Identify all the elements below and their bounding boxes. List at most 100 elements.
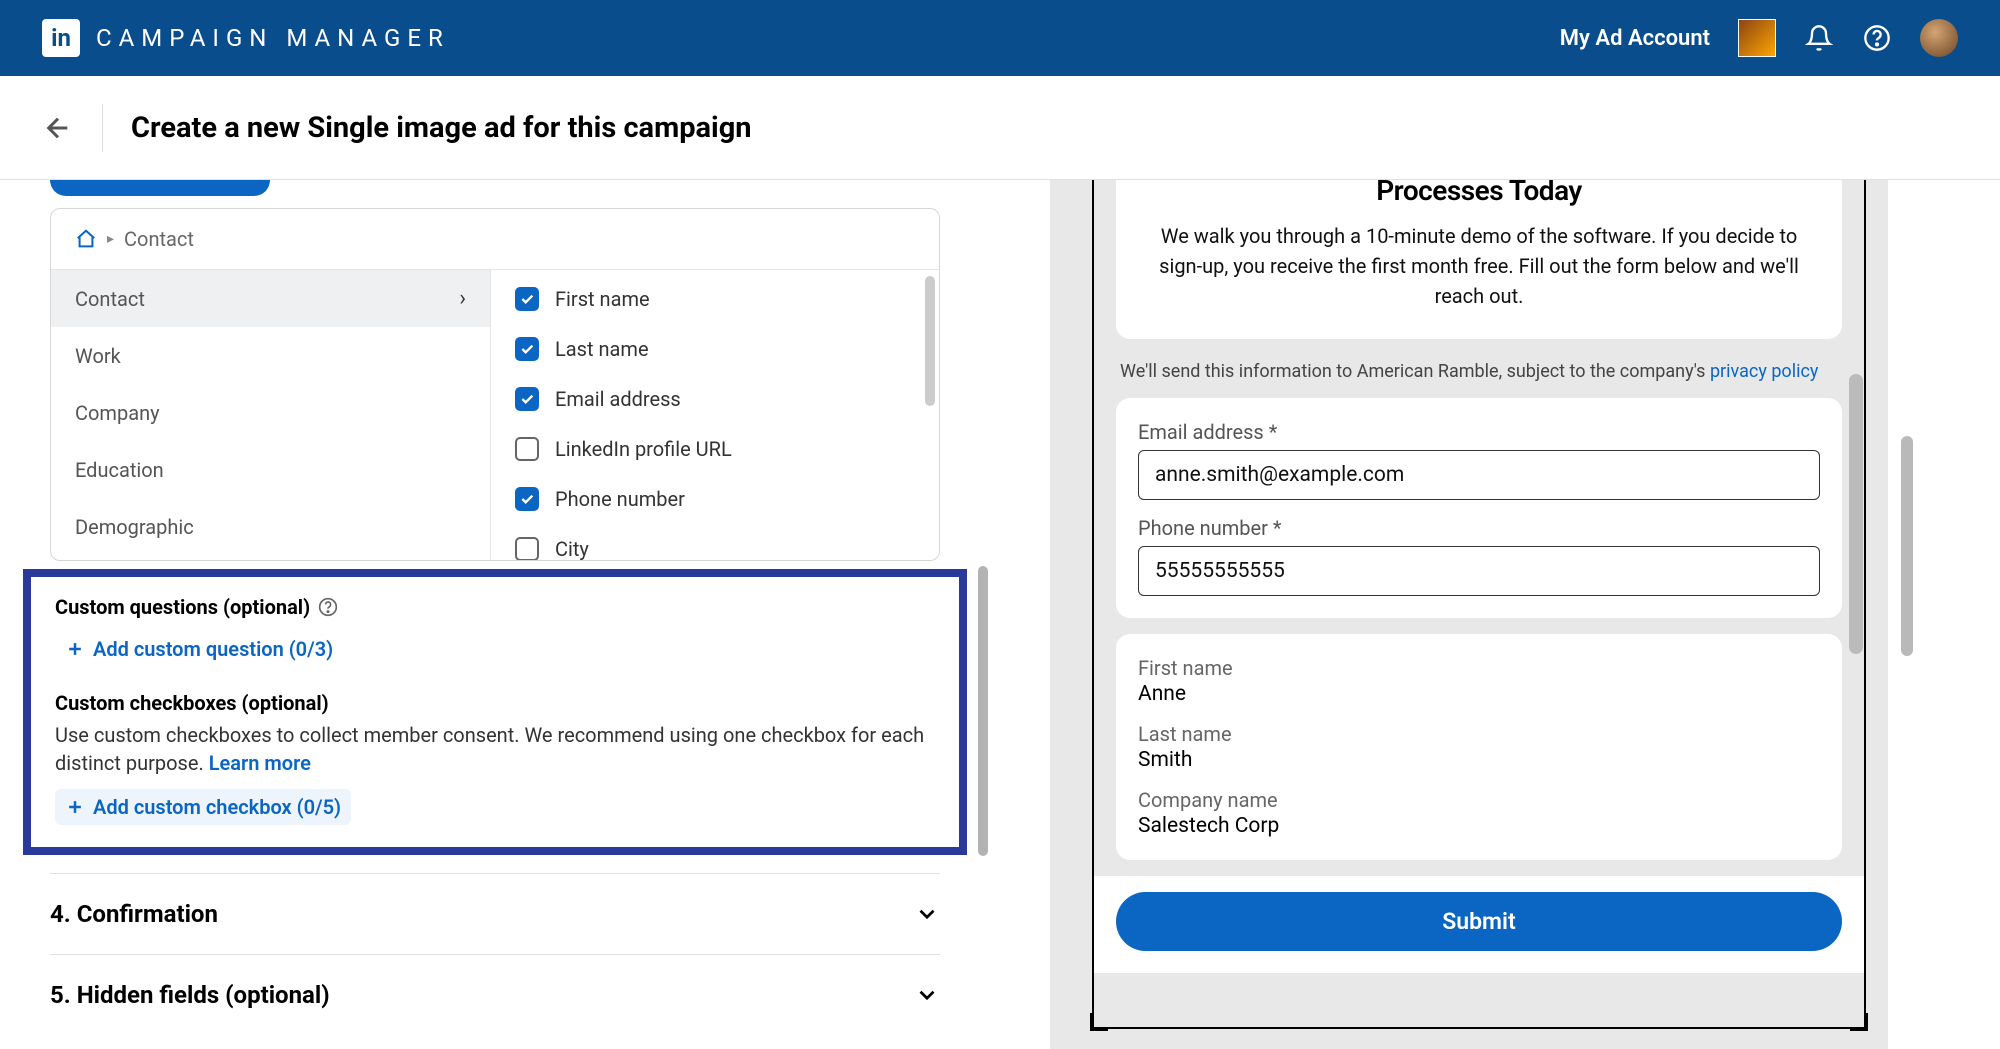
chevron-right-icon: ›	[459, 457, 466, 482]
custom-questions-heading: Custom questions (optional)	[55, 595, 935, 619]
chevron-right-icon: ›	[459, 514, 466, 539]
category-education[interactable]: Education ›	[51, 441, 490, 498]
checkbox-icon[interactable]	[515, 387, 539, 411]
frame-corner-icon	[1090, 1013, 1108, 1031]
field-label: Phone number	[555, 487, 685, 511]
frame-corner-icon	[1850, 1013, 1868, 1031]
email-input[interactable]	[1138, 450, 1820, 500]
phone-label: Phone number *	[1138, 516, 1820, 540]
field-list: First name Last name Email address LinkedIn…	[491, 270, 939, 560]
category-label: Education	[75, 458, 164, 482]
scrollbar-thumb[interactable]	[978, 566, 988, 856]
back-arrow-icon[interactable]	[42, 112, 74, 144]
top-nav: in CAMPAIGN MANAGER My Ad Account	[0, 0, 2000, 76]
preview-profile-card: First name Anne Last name Smith Company …	[1116, 634, 1842, 860]
field-option[interactable]: Phone number	[491, 474, 939, 524]
accordion-hidden-fields[interactable]: 5. Hidden fields (optional)	[50, 954, 940, 1035]
add-link-label: Add custom checkbox (0/5)	[93, 795, 341, 819]
preview-viewport: Processes Today We walk you through a 10…	[1050, 180, 1888, 1049]
category-label: Demographic	[75, 515, 194, 539]
email-label: Email address *	[1138, 420, 1820, 444]
preview-headline-partial: Processes Today	[1138, 180, 1820, 207]
left-scrollbar[interactable]	[976, 186, 990, 1043]
breadcrumb-caret-icon: ▸	[107, 231, 114, 247]
chevron-right-icon: ›	[459, 286, 466, 311]
company-name-label: Company name	[1138, 788, 1820, 812]
notifications-icon[interactable]	[1804, 23, 1834, 53]
accordion-title: 4. Confirmation	[50, 900, 218, 928]
checkbox-icon[interactable]	[515, 287, 539, 311]
custom-checkboxes-heading: Custom checkboxes (optional)	[55, 691, 935, 715]
field-label: First name	[555, 287, 650, 311]
preview-input-card: Email address * Phone number *	[1116, 398, 1842, 618]
add-custom-question-button[interactable]: Add custom question (0/3)	[55, 631, 343, 667]
category-label: Work	[75, 344, 121, 368]
custom-fields-highlight: Custom questions (optional) Add custom q…	[23, 569, 967, 855]
custom-checkboxes-description: Use custom checkboxes to collect member …	[55, 721, 935, 777]
field-label: Email address	[555, 387, 681, 411]
app-name: CAMPAIGN MANAGER	[96, 24, 450, 52]
help-tooltip-icon[interactable]	[318, 597, 338, 617]
top-nav-left: in CAMPAIGN MANAGER	[42, 19, 450, 57]
field-label: Last name	[555, 337, 649, 361]
account-thumbnail-icon[interactable]	[1738, 19, 1776, 57]
help-icon[interactable]	[1862, 23, 1892, 53]
breadcrumb-label[interactable]: Contact	[124, 227, 194, 251]
learn-more-link[interactable]: Learn more	[209, 751, 311, 775]
company-name-value: Salestech Corp	[1138, 814, 1820, 838]
submit-button[interactable]: Submit	[1116, 892, 1842, 951]
first-name-label: First name	[1138, 656, 1820, 680]
scrollbar-thumb[interactable]	[925, 276, 935, 406]
category-work[interactable]: Work ›	[51, 327, 490, 384]
field-label: City	[555, 537, 589, 560]
field-option[interactable]: First name	[491, 274, 939, 324]
phone-input[interactable]	[1138, 546, 1820, 596]
checkbox-icon[interactable]	[515, 537, 539, 560]
scrollbar-thumb[interactable]	[1849, 374, 1863, 654]
preview-submit-bar: Submit	[1094, 876, 1864, 973]
top-nav-right: My Ad Account	[1560, 19, 1958, 57]
preview-scrollbar[interactable]	[1847, 180, 1865, 1025]
heading-text: Custom checkboxes (optional)	[55, 691, 329, 715]
category-company[interactable]: Company ›	[51, 384, 490, 441]
page-header: Create a new Single image ad for this ca…	[0, 76, 2000, 180]
chevron-down-icon	[914, 901, 940, 927]
user-avatar[interactable]	[1920, 19, 1958, 57]
form-builder-pane: ▸ Contact Contact › Work › Company ›	[0, 180, 990, 1049]
category-demographic[interactable]: Demographic ›	[51, 498, 490, 555]
privacy-policy-link[interactable]: privacy policy	[1710, 361, 1818, 382]
last-name-label: Last name	[1138, 722, 1820, 746]
right-outer-scrollbar[interactable]	[1900, 186, 1914, 806]
first-name-value: Anne	[1138, 682, 1820, 706]
accordion-confirmation[interactable]: 4. Confirmation	[50, 873, 940, 954]
linkedin-logo-icon[interactable]: in	[42, 19, 80, 57]
field-option[interactable]: City	[491, 524, 939, 560]
preview-subhead: We walk you through a 10-minute demo of …	[1138, 221, 1820, 317]
chevron-right-icon: ›	[459, 400, 466, 425]
field-label: LinkedIn profile URL	[555, 437, 732, 461]
category-contact[interactable]: Contact ›	[51, 270, 490, 327]
breadcrumb: ▸ Contact	[51, 209, 939, 270]
field-option[interactable]: Last name	[491, 324, 939, 374]
accordion-title: 5. Hidden fields (optional)	[50, 981, 330, 1009]
scrollbar-thumb[interactable]	[1901, 436, 1913, 656]
add-custom-checkbox-button[interactable]: Add custom checkbox (0/5)	[55, 789, 351, 825]
preview-pane: Processes Today We walk you through a 10…	[990, 180, 2000, 1049]
checkbox-icon[interactable]	[515, 337, 539, 361]
divider	[102, 104, 103, 152]
chevron-right-icon: ›	[459, 343, 466, 368]
checkbox-icon[interactable]	[515, 487, 539, 511]
field-option[interactable]: Email address	[491, 374, 939, 424]
checkbox-icon[interactable]	[515, 437, 539, 461]
heading-text: Custom questions (optional)	[55, 595, 310, 619]
chevron-down-icon	[914, 982, 940, 1008]
home-icon[interactable]	[75, 228, 97, 250]
category-label: Company	[75, 401, 160, 425]
account-name[interactable]: My Ad Account	[1560, 26, 1710, 51]
field-option[interactable]: LinkedIn profile URL	[491, 424, 939, 474]
preview-device-frame: Processes Today We walk you through a 10…	[1092, 180, 1866, 1029]
section-pill-fragment	[50, 180, 270, 196]
preview-header-card: Processes Today We walk you through a 10…	[1116, 180, 1842, 339]
last-name-value: Smith	[1138, 748, 1820, 772]
page-title: Create a new Single image ad for this ca…	[131, 111, 752, 145]
